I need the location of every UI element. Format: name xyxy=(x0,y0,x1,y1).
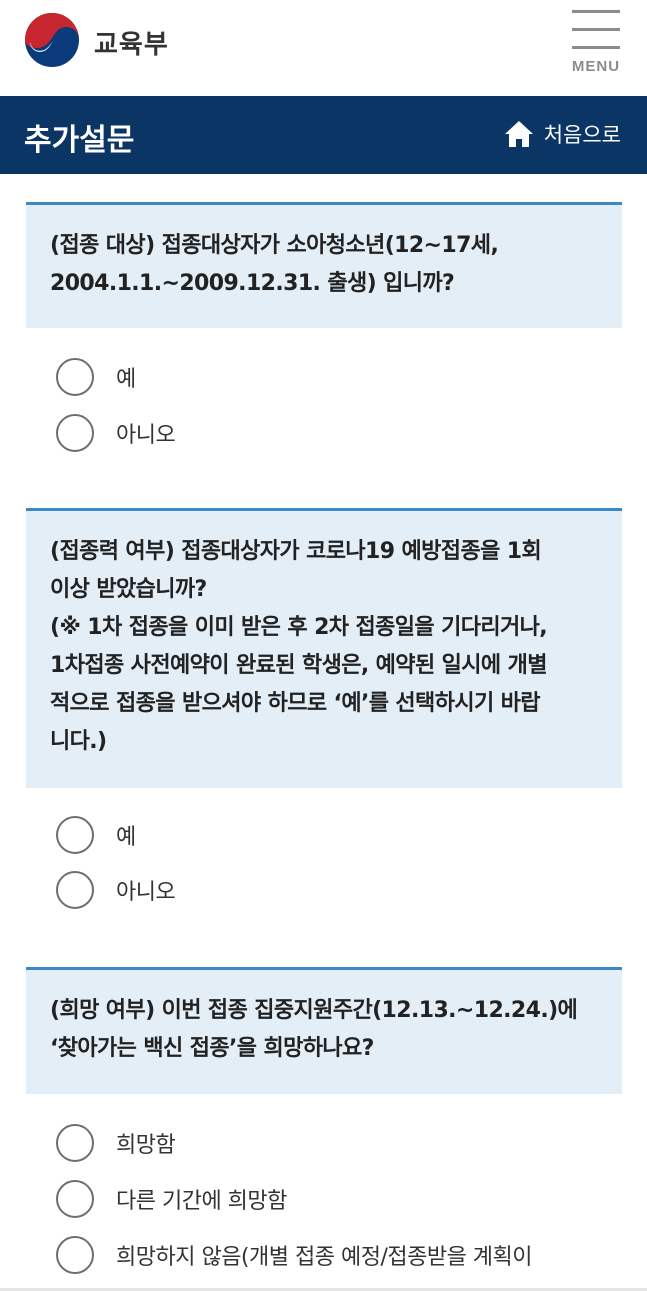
radio-option[interactable]: 다른 기간에 희망함 xyxy=(56,1179,287,1219)
radio-button[interactable] xyxy=(56,414,94,452)
menu-icon-line xyxy=(572,28,620,31)
menu-icon-line xyxy=(572,46,620,49)
home-link[interactable]: 처음으로 xyxy=(504,118,621,150)
radio-button[interactable] xyxy=(56,1236,94,1274)
option-label: 예 xyxy=(116,367,136,392)
radio-option[interactable]: 예 xyxy=(56,357,136,397)
top-header: 교육부 MENU xyxy=(0,0,647,96)
home-link-label: 처음으로 xyxy=(543,123,621,147)
radio-button[interactable] xyxy=(56,816,94,854)
option-label: 아니오 xyxy=(116,423,176,448)
option-label: 희망하지 않음(개별 접종 예정/접종받을 계획이 xyxy=(116,1245,533,1270)
ministry-logo-icon[interactable] xyxy=(24,12,80,68)
question-text: (희망 여부) 이번 접종 집중지원주간(12.13.~12.24.)에 ‘찾아… xyxy=(50,998,578,1061)
radio-button[interactable] xyxy=(56,1180,94,1218)
radio-option[interactable]: 희망하지 않음(개별 접종 예정/접종받을 계획이 xyxy=(56,1235,533,1275)
option-label: 예 xyxy=(116,825,136,850)
option-label: 다른 기간에 희망함 xyxy=(116,1189,287,1214)
question-box: (접종 대상) 접종대상자가 소아청소년(12~17세, 2004.1.1.~2… xyxy=(26,202,622,328)
menu-button[interactable]: MENU xyxy=(566,8,626,80)
question-box: (접종력 여부) 접종대상자가 코로나19 예방접종을 1회 이상 받았습니까?… xyxy=(26,508,622,788)
page-title: 추가설문 xyxy=(24,123,135,158)
question-box: (희망 여부) 이번 접종 집중지원주간(12.13.~12.24.)에 ‘찾아… xyxy=(26,967,622,1094)
option-label: 아니오 xyxy=(116,880,176,905)
brand-name: 교육부 xyxy=(94,30,169,60)
question-text: (접종력 여부) 접종대상자가 코로나19 예방접종을 1회 이상 받았습니까?… xyxy=(50,539,548,754)
radio-option[interactable]: 희망함 xyxy=(56,1123,176,1163)
menu-icon-line xyxy=(572,10,620,13)
radio-button[interactable] xyxy=(56,358,94,396)
radio-option[interactable]: 아니오 xyxy=(56,413,176,453)
radio-button[interactable] xyxy=(56,1124,94,1162)
home-icon xyxy=(504,121,533,147)
option-label: 희망함 xyxy=(116,1133,176,1158)
radio-option[interactable]: 예 xyxy=(56,815,136,855)
page-title-bar: 추가설문 처음으로 xyxy=(0,96,647,174)
question-text: (접종 대상) 접종대상자가 소아청소년(12~17세, 2004.1.1.~2… xyxy=(50,233,499,296)
menu-label: MENU xyxy=(571,58,621,75)
radio-button[interactable] xyxy=(56,871,94,909)
radio-option[interactable]: 아니오 xyxy=(56,870,176,910)
